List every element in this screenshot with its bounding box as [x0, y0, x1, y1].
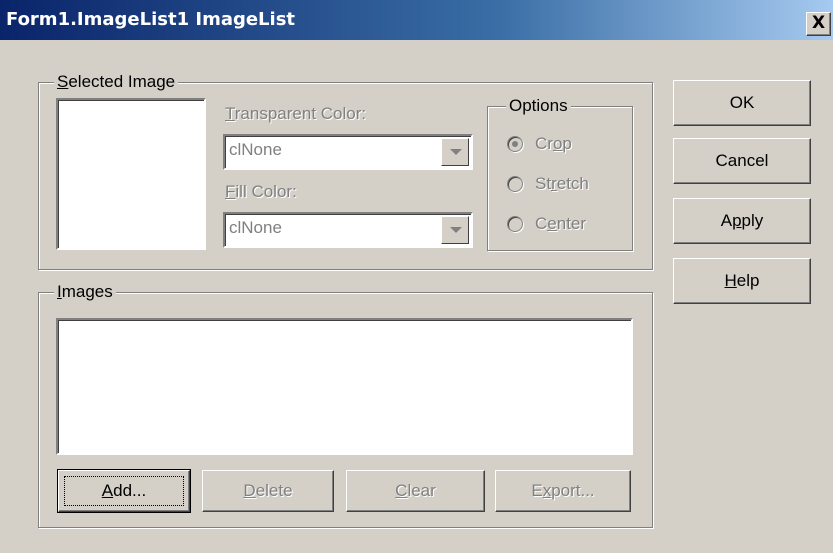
options-legend: Options: [506, 97, 571, 115]
export-button[interactable]: Export...: [495, 470, 631, 512]
add-button[interactable]: Add...: [57, 469, 191, 513]
radio-stretch-label: Stretch: [535, 174, 589, 193]
transparent-color-value: clNone: [229, 140, 282, 159]
radio-crop-indicator[interactable]: [507, 136, 523, 152]
fill-color-combo[interactable]: clNone: [223, 212, 473, 248]
fill-color-label: Fill Color:: [225, 182, 297, 201]
radio-crop[interactable]: Crop: [507, 134, 617, 156]
help-button[interactable]: Help: [673, 258, 811, 304]
transparent-color-label: Transparent Color:: [225, 104, 367, 123]
clear-button[interactable]: Clear: [346, 470, 485, 512]
chevron-down-icon[interactable]: [441, 216, 469, 244]
images-list[interactable]: [56, 318, 633, 455]
radio-stretch-indicator[interactable]: [507, 176, 523, 192]
radio-center[interactable]: Center: [507, 214, 617, 236]
close-icon: X: [811, 13, 826, 33]
delete-button[interactable]: Delete: [202, 470, 334, 512]
images-legend: Images: [54, 283, 116, 301]
transparent-color-combo[interactable]: clNone: [223, 134, 473, 170]
radio-center-label: Center: [535, 214, 587, 233]
close-button[interactable]: X: [806, 12, 831, 36]
chevron-down-icon[interactable]: [441, 138, 469, 166]
apply-button[interactable]: Apply: [673, 198, 811, 244]
cancel-button[interactable]: Cancel: [673, 138, 811, 184]
title-bar[interactable]: Form1.ImageList1 ImageList X: [0, 0, 833, 40]
radio-crop-label: Crop: [535, 134, 572, 153]
selected-image-preview: [56, 98, 206, 250]
ok-button[interactable]: OK: [673, 80, 811, 126]
radio-stretch[interactable]: Stretch: [507, 174, 617, 196]
selected-image-legend: Selected Image: [54, 73, 179, 91]
radio-center-indicator[interactable]: [507, 216, 523, 232]
fill-color-value: clNone: [229, 218, 282, 237]
window-title: Form1.ImageList1 ImageList: [6, 9, 296, 30]
